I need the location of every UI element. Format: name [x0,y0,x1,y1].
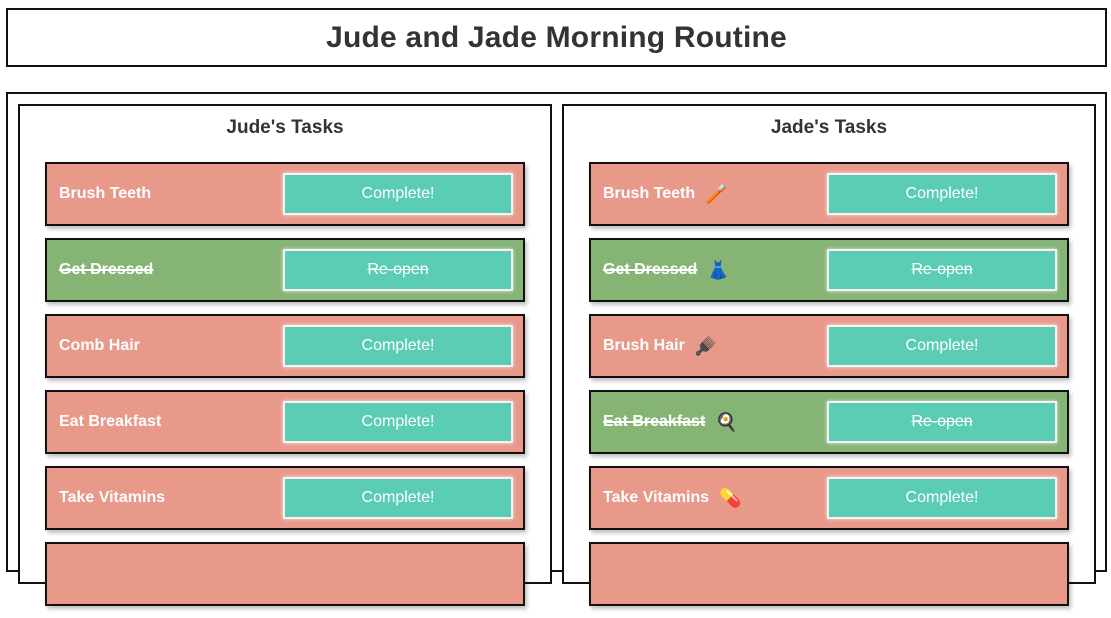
task-emoji-icon: 👗 [707,260,730,280]
page-title: Jude and Jade Morning Routine [326,20,787,54]
complete-button[interactable]: Complete! [283,401,513,443]
jude-column: Jude's Tasks Brush Teeth Complete! Get Dre… [18,104,552,606]
task-name: Brush Teeth 🪥 [603,185,728,203]
button-label: Complete! [361,489,435,506]
task-row: Eat Breakfast Complete! [45,390,525,454]
task-row [45,542,525,606]
task-row: Comb Hair Complete! [45,314,525,378]
task-name: Brush Teeth [59,185,151,203]
task-label: Eat Breakfast [59,413,162,430]
task-emoji-icon: 🍳 [715,412,738,432]
reopen-button[interactable]: Re-open [283,249,513,291]
reopen-button[interactable]: Re-open [827,249,1057,291]
complete-button[interactable]: Complete! [827,173,1057,215]
task-name: Take Vitamins 💊 [603,489,742,507]
jade-heading: Jade's Tasks [770,117,888,138]
complete-button[interactable]: Complete! [283,325,513,367]
jude-heading: Jude's Tasks [226,117,344,138]
task-name: Get Dressed 👗 [603,261,730,279]
jude-task-list: Brush Teeth Complete! Get Dressed Re-open Co… [45,162,525,618]
task-label: Eat Breakfast [603,413,706,430]
task-label: Brush Hair [603,337,685,354]
page-header: Jude and Jade Morning Routine [6,8,1107,67]
tasks-container: Jude's Tasks Brush Teeth Complete! Get Dre… [6,92,1107,606]
task-row: Eat Breakfast 🍳 Re-open [589,390,1069,454]
button-label: Re-open [911,413,973,430]
task-name: Eat Breakfast 🍳 [603,413,738,431]
jade-column: Jade's Tasks Brush Teeth 🪥 Complete! Get Dr… [562,104,1096,606]
jade-task-list: Brush Teeth 🪥 Complete! Get Dressed 👗 Re-open… [589,162,1069,618]
task-name: Eat Breakfast [59,413,161,431]
task-row: Get Dressed Re-open [45,238,525,302]
task-row: Brush Hair 🪮 Complete! [589,314,1069,378]
button-label: Complete! [905,489,979,506]
task-name: Take Vitamins [59,489,165,507]
button-label: Complete! [361,185,435,202]
task-name: Brush Hair 🪮 [603,337,717,355]
task-row: Get Dressed 👗 Re-open [589,238,1069,302]
task-row [589,542,1069,606]
task-name: Get Dressed [59,261,153,279]
task-row: Brush Teeth Complete! [45,162,525,226]
task-label: Get Dressed [603,261,698,278]
button-label: Complete! [905,185,979,202]
button-label: Re-open [911,261,973,278]
task-label: Brush Teeth [603,185,696,202]
task-label: Take Vitamins [59,489,166,506]
button-label: Complete! [905,337,979,354]
task-name: Comb Hair [59,337,140,355]
complete-button[interactable]: Complete! [827,325,1057,367]
task-label: Get Dressed [59,261,154,278]
complete-button[interactable]: Complete! [827,477,1057,519]
task-row: Take Vitamins Complete! [45,466,525,530]
task-emoji-icon: 🪮 [694,336,718,356]
task-emoji-icon: 🪥 [705,184,728,204]
button-label: Complete! [361,413,435,430]
task-row: Brush Teeth 🪥 Complete! [589,162,1069,226]
reopen-button[interactable]: Re-open [827,401,1057,443]
task-row: Take Vitamins 💊 Complete! [589,466,1069,530]
task-emoji-icon: 💊 [719,488,742,508]
task-label: Take Vitamins [603,489,710,506]
complete-button[interactable]: Complete! [283,477,513,519]
complete-button[interactable]: Complete! [283,173,513,215]
task-label: Comb Hair [59,337,140,354]
button-label: Re-open [367,261,429,278]
task-label: Brush Teeth [59,185,152,202]
button-label: Complete! [361,337,435,354]
